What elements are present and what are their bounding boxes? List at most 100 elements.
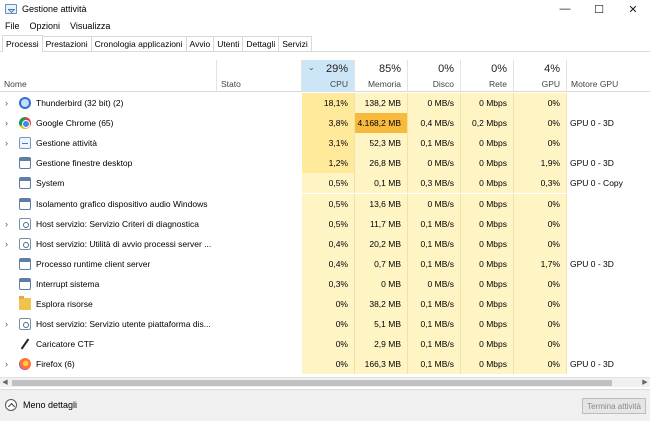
column-name[interactable]: Nome <box>0 60 217 92</box>
process-name-cell: › Host servizio: Servizio Criteri di diag… <box>0 214 217 234</box>
network-cell: 0 Mbps <box>461 153 514 174</box>
network-cell: 0 Mbps <box>461 233 514 254</box>
tab-startup[interactable]: Avvio <box>185 36 215 51</box>
column-status[interactable]: Stato <box>217 60 302 92</box>
maximize-icon[interactable]: ☐ <box>582 0 616 18</box>
network-cell: 0 Mbps <box>461 133 514 154</box>
network-cell: 0 Mbps <box>461 273 514 294</box>
window-icon <box>19 277 31 290</box>
network-cell: 0,2 Mbps <box>461 113 514 134</box>
table-row[interactable]: › Host servizio: Servizio Criteri di diag… <box>0 213 650 234</box>
table-row[interactable]: Isolamento grafico dispositivo audio Win… <box>0 193 650 214</box>
table-row[interactable]: › Gestione attività 3,1% 52,3 MB 0,1 MB/s 0 M… <box>0 133 650 154</box>
tab-app-history[interactable]: Cronologia applicazioni <box>90 36 187 51</box>
window-icon <box>19 157 31 170</box>
scroll-left-icon[interactable]: ◀ <box>0 378 10 388</box>
process-name: Google Chrome (65) <box>36 118 114 129</box>
window-title: Gestione attività <box>22 4 87 14</box>
process-name: Processo runtime client server <box>36 258 151 269</box>
process-name-cell: Processo runtime client server <box>0 254 217 274</box>
column-cpu[interactable]: ⌄ 29% CPU <box>302 60 355 92</box>
tab-details[interactable]: Dettagli <box>242 36 280 51</box>
network-cell: 0 Mbps <box>461 193 514 214</box>
cpu-cell: 18,1% <box>302 93 355 113</box>
chevron-right-icon[interactable]: › <box>5 314 8 334</box>
tab-services[interactable]: Servizi <box>278 36 312 51</box>
network-cell: 0 Mbps <box>461 173 514 194</box>
table-row[interactable]: System 0,5% 0,1 MB 0,3 MB/s 0 Mbps 0,3% GPU 0 … <box>0 173 650 194</box>
tab-performance[interactable]: Prestazioni <box>41 36 92 51</box>
gpu-engine-cell <box>567 334 650 354</box>
disk-cell: 0,1 MB/s <box>408 133 461 154</box>
process-name: Thunderbird (32 bit) (2) <box>36 98 124 108</box>
disk-cell: 0,1 MB/s <box>408 233 461 254</box>
table-row[interactable]: › Host servizio: Utilità di avvio process… <box>0 233 650 254</box>
column-disk[interactable]: 0% Disco <box>408 60 461 92</box>
status-cell <box>217 294 302 314</box>
network-cell: 0 Mbps <box>461 334 514 355</box>
gpu-cell: 0% <box>514 273 567 294</box>
gpu-engine-cell <box>567 274 650 294</box>
firefox-icon <box>19 358 31 371</box>
table-row[interactable]: › Google Chrome (65) 3,8% 4.168,2 MB 0,4 MB/… <box>0 113 650 134</box>
window-icon <box>19 177 31 190</box>
table-header: Nome Stato ⌄ 29% CPU 85% Memoria 0% Disc… <box>0 60 650 92</box>
process-name: Interrupt sistema <box>36 278 100 289</box>
cpu-cell: 3,8% <box>302 113 355 134</box>
column-gpu[interactable]: 4% GPU <box>514 60 567 92</box>
table-row[interactable]: Interrupt sistema 0,3% 0 MB 0 MB/s 0 Mbps 0% <box>0 273 650 294</box>
table-row[interactable]: › Host servizio: Servizio utente piattafo… <box>0 314 650 335</box>
table-row[interactable]: Gestione finestre desktop 1,2% 26,8 MB 0 MB… <box>0 153 650 174</box>
chevron-right-icon[interactable]: › <box>5 93 8 113</box>
gpu-cell: 0% <box>514 133 567 154</box>
disk-cell: 0 MB/s <box>408 93 461 113</box>
table-row[interactable]: Caricatore CTF 0% 2,9 MB 0,1 MB/s 0 Mbps 0% <box>0 334 650 355</box>
scroll-right-icon[interactable]: ▶ <box>640 378 650 388</box>
memory-cell: 52,3 MB <box>355 133 408 154</box>
scrollbar-thumb[interactable] <box>12 380 612 386</box>
table-row[interactable]: › Thunderbird (32 bit) (2) 18,1% 138,2 MB 0 … <box>0 93 650 113</box>
table-row[interactable]: Esplora risorse 0% 38,2 MB 0,1 MB/s 0 Mbps 0% <box>0 294 650 314</box>
gpu-engine-cell: GPU 0 - Copy <box>570 178 623 189</box>
process-name: System <box>36 178 65 189</box>
menu-view[interactable]: Visualizza <box>65 21 115 31</box>
status-cell <box>217 194 302 214</box>
table-row[interactable]: › Firefox (6) 0% 166,3 MB 0,1 MB/s 0 Mbps 0% GP… <box>0 354 650 375</box>
window-controls: — ☐ ✕ <box>548 0 650 18</box>
cpu-cell: 0% <box>302 334 355 355</box>
footer: Meno dettagli Termina attività <box>0 389 650 421</box>
process-name-cell: Caricatore CTF <box>0 334 217 354</box>
process-name: Isolamento grafico dispositivo audio Win… <box>36 198 208 209</box>
process-name-cell: Isolamento grafico dispositivo audio Win… <box>0 194 217 214</box>
column-gpu-engine[interactable]: Motore GPU <box>567 60 650 92</box>
column-memory-label: Memoria <box>367 79 401 89</box>
column-network[interactable]: 0% Rete <box>461 60 514 92</box>
gpu-engine-cell: GPU 0 - 3D <box>570 359 614 370</box>
menu-file[interactable]: File <box>0 21 25 31</box>
end-task-button[interactable]: Termina attività <box>582 398 646 414</box>
process-name-cell: › Firefox (6) <box>0 354 217 374</box>
process-name: Gestione finestre desktop <box>36 158 133 169</box>
chevron-right-icon[interactable]: › <box>5 133 8 153</box>
menu-options[interactable]: Opzioni <box>25 21 66 31</box>
disk-cell: 0,1 MB/s <box>408 253 461 274</box>
cpu-cell: 0,4% <box>302 253 355 274</box>
minimize-icon[interactable]: — <box>548 0 582 18</box>
chevron-right-icon[interactable]: › <box>5 354 8 374</box>
table-row[interactable]: Processo runtime client server 0,4% 0,7 MB… <box>0 253 650 274</box>
horizontal-scrollbar[interactable]: ◀ ▶ <box>0 377 650 387</box>
disk-cell: 0,1 MB/s <box>408 294 461 314</box>
chevron-right-icon[interactable]: › <box>5 113 8 133</box>
column-memory[interactable]: 85% Memoria <box>355 60 408 92</box>
gear-icon <box>19 318 31 331</box>
tab-users[interactable]: Utenti <box>213 36 244 51</box>
tab-processes[interactable]: Processi <box>2 35 43 52</box>
fewer-details-button[interactable]: Meno dettagli <box>5 399 77 411</box>
folder-icon <box>19 296 31 310</box>
chevron-right-icon[interactable]: › <box>5 234 8 254</box>
fewer-details-label: Meno dettagli <box>23 400 78 410</box>
status-cell <box>217 113 302 133</box>
memory-cell: 0,7 MB <box>355 253 408 274</box>
chevron-right-icon[interactable]: › <box>5 214 8 234</box>
close-icon[interactable]: ✕ <box>616 0 650 18</box>
